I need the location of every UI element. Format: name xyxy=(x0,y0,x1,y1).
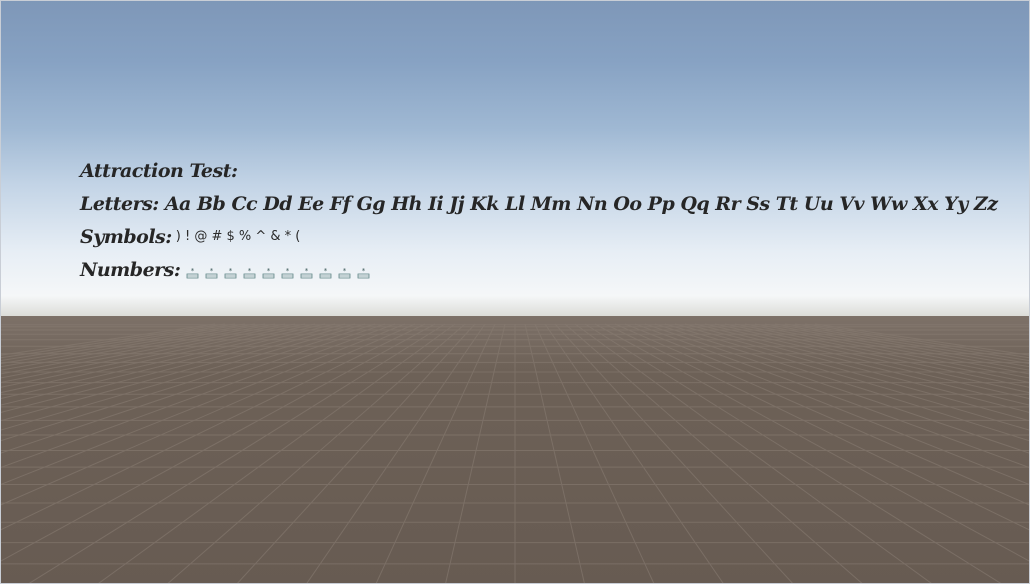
ground-plane xyxy=(1,316,1029,583)
game-viewport[interactable]: Attraction Test: Letters: Aa Bb Cc Dd Ee… xyxy=(0,0,1030,584)
title-line: Attraction Test: xyxy=(80,154,998,187)
missing-glyph-icon: * xyxy=(205,264,218,278)
numbers-label: Numbers: xyxy=(80,258,181,281)
missing-glyph-icon: * xyxy=(319,264,332,278)
letters-label: Letters: xyxy=(80,192,159,215)
symbols-label: Symbols: xyxy=(80,225,172,248)
missing-glyph-icon: * xyxy=(338,264,351,278)
missing-glyph-icon: * xyxy=(357,264,370,278)
font-test-text: Attraction Test: Letters: Aa Bb Cc Dd Ee… xyxy=(80,154,998,286)
missing-glyph-icon: * xyxy=(186,264,199,278)
missing-glyph-icon: * xyxy=(300,264,313,278)
title-text: Attraction Test: xyxy=(80,159,238,182)
missing-glyph-icon: * xyxy=(243,264,256,278)
numbers-line: Numbers: * * * * * * * * * * xyxy=(80,253,998,286)
symbols-line: Symbols: ) ! @ # $ % ^ & * ( xyxy=(80,220,998,253)
letters-line: Letters: Aa Bb Cc Dd Ee Ff Gg Hh Ii Jj K… xyxy=(80,187,998,220)
letters-value: Aa Bb Cc Dd Ee Ff Gg Hh Ii Jj Kk Ll Mm N… xyxy=(164,192,998,215)
missing-glyph-icon: * xyxy=(224,264,237,278)
ground-grid xyxy=(1,323,1029,583)
missing-glyph-icon: * xyxy=(262,264,275,278)
symbols-value: ) ! @ # $ % ^ & * ( xyxy=(175,229,301,244)
missing-glyph-icon: * xyxy=(281,264,294,278)
numbers-glyphs: * * * * * * * * * * xyxy=(186,264,370,278)
